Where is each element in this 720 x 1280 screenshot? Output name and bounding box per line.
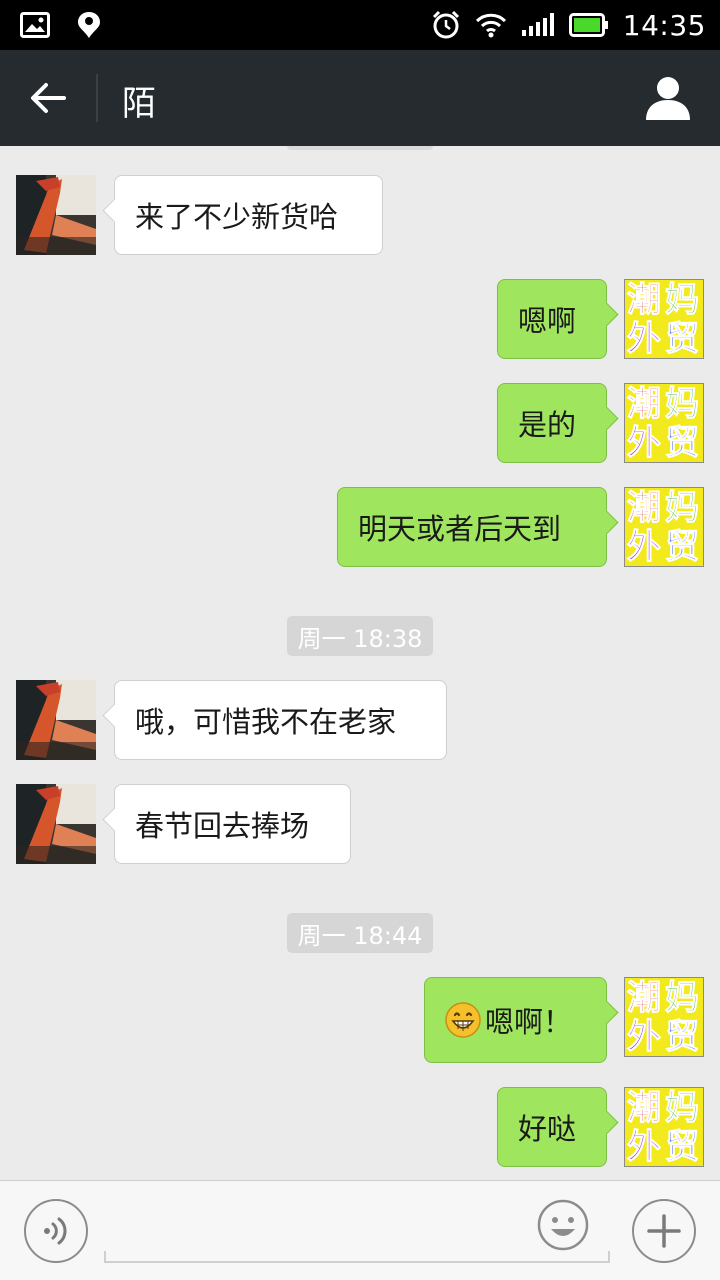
app-notification-icon xyxy=(78,12,100,38)
self-avatar[interactable]: 潮 妈 外 贸 xyxy=(624,279,704,359)
title-bar: 陌 xyxy=(0,50,720,146)
timestamp: 周一 18:38 xyxy=(287,616,433,656)
logo-char: 潮 xyxy=(627,384,662,424)
logo-char: 潮 xyxy=(627,978,662,1018)
message-bubble-outgoing[interactable]: 嗯啊！ xyxy=(424,977,607,1063)
message-text: 来了不少新货哈 xyxy=(135,200,339,234)
message-text: 嗯啊 xyxy=(518,304,577,338)
self-avatar-logo: 潮 妈 外 贸 xyxy=(624,977,704,1057)
message-bubble-outgoing[interactable]: 明天或者后天到 xyxy=(337,487,607,567)
logo-char: 外 xyxy=(627,1017,662,1057)
message-input[interactable] xyxy=(104,1201,610,1263)
contact-avatar[interactable] xyxy=(16,784,96,864)
input-bar xyxy=(0,1180,720,1280)
wifi-icon xyxy=(475,13,506,38)
person-icon xyxy=(646,77,690,120)
logo-char: 贸 xyxy=(665,319,700,359)
logo-char: 外 xyxy=(627,319,662,359)
logo-char: 潮 xyxy=(627,280,662,320)
logo-char: 潮 xyxy=(627,1088,662,1128)
contact-avatar[interactable] xyxy=(16,175,96,255)
message-text: 哦，可惜我不在老家 xyxy=(135,705,397,739)
logo-char: 贸 xyxy=(665,423,700,463)
self-avatar-logo: 潮 妈 外 贸 xyxy=(624,383,704,463)
status-bar: 14:35 xyxy=(0,0,720,50)
title-divider xyxy=(96,74,98,122)
logo-char: 潮 xyxy=(627,488,662,528)
emoji-picker-button[interactable] xyxy=(537,1199,589,1251)
voice-icon xyxy=(44,1217,67,1245)
logo-char: 妈 xyxy=(665,384,700,424)
self-avatar[interactable]: 潮 妈 外 贸 xyxy=(624,1087,704,1167)
message-bubble-incoming[interactable]: 哦，可惜我不在老家 xyxy=(114,680,447,760)
back-arrow-icon xyxy=(31,83,66,113)
message-bubble-outgoing[interactable]: 是的 xyxy=(497,383,607,463)
message-bubble-outgoing[interactable]: 嗯啊 xyxy=(497,279,607,359)
logo-char: 妈 xyxy=(665,488,700,528)
signal-icon xyxy=(521,13,554,36)
input-edge xyxy=(608,1251,610,1263)
status-time: 14:35 xyxy=(622,8,706,42)
back-button[interactable] xyxy=(22,74,74,122)
self-avatar[interactable]: 潮 妈 外 贸 xyxy=(624,487,704,567)
contact-info-button[interactable] xyxy=(644,74,692,122)
self-avatar[interactable]: 潮 妈 外 贸 xyxy=(624,977,704,1057)
more-actions-button[interactable] xyxy=(632,1199,696,1263)
logo-char: 妈 xyxy=(665,280,700,320)
alarm-icon xyxy=(432,10,459,39)
timestamp: 周一 18:44 xyxy=(287,913,433,953)
message-bubble-incoming[interactable]: 春节回去捧场 xyxy=(114,784,351,864)
chat-title: 陌 xyxy=(122,84,156,124)
gallery-notification-icon xyxy=(20,12,50,38)
message-text: 嗯啊！ xyxy=(485,1005,573,1039)
self-avatar-logo: 潮 妈 外 贸 xyxy=(624,1087,704,1167)
logo-char: 妈 xyxy=(665,978,700,1018)
battery-icon xyxy=(568,13,608,37)
contact-avatar-image xyxy=(16,784,96,864)
message-text: 是的 xyxy=(518,408,577,442)
grinning-face-icon xyxy=(445,1002,481,1038)
logo-char: 贸 xyxy=(665,1127,700,1167)
self-avatar[interactable]: 潮 妈 外 贸 xyxy=(624,383,704,463)
logo-char: 外 xyxy=(627,527,662,567)
self-avatar-logo: 潮 妈 外 贸 xyxy=(624,487,704,567)
logo-char: 外 xyxy=(627,423,662,463)
input-edge xyxy=(104,1251,106,1263)
message-text: 明天或者后天到 xyxy=(358,512,562,546)
logo-char: 贸 xyxy=(665,1017,700,1057)
contact-avatar[interactable] xyxy=(16,680,96,760)
message-text: 春节回去捧场 xyxy=(135,809,310,843)
voice-input-button[interactable] xyxy=(24,1199,88,1263)
logo-char: 妈 xyxy=(665,1088,700,1128)
chat-list[interactable]: 来了不少新货哈 嗯啊 潮 妈 外 贸 是的 潮 妈 外 贸 明天或者后天到 潮 … xyxy=(0,146,720,1180)
message-text: 好哒 xyxy=(518,1112,577,1146)
contact-avatar-image xyxy=(16,680,96,760)
self-avatar-logo: 潮 妈 外 贸 xyxy=(624,279,704,359)
message-bubble-outgoing[interactable]: 好哒 xyxy=(497,1087,607,1167)
timestamp-stub xyxy=(287,146,433,150)
logo-char: 贸 xyxy=(665,527,700,567)
logo-char: 外 xyxy=(627,1127,662,1167)
contact-avatar-image xyxy=(16,175,96,255)
message-bubble-incoming[interactable]: 来了不少新货哈 xyxy=(114,175,383,255)
plus-icon xyxy=(647,1214,681,1248)
